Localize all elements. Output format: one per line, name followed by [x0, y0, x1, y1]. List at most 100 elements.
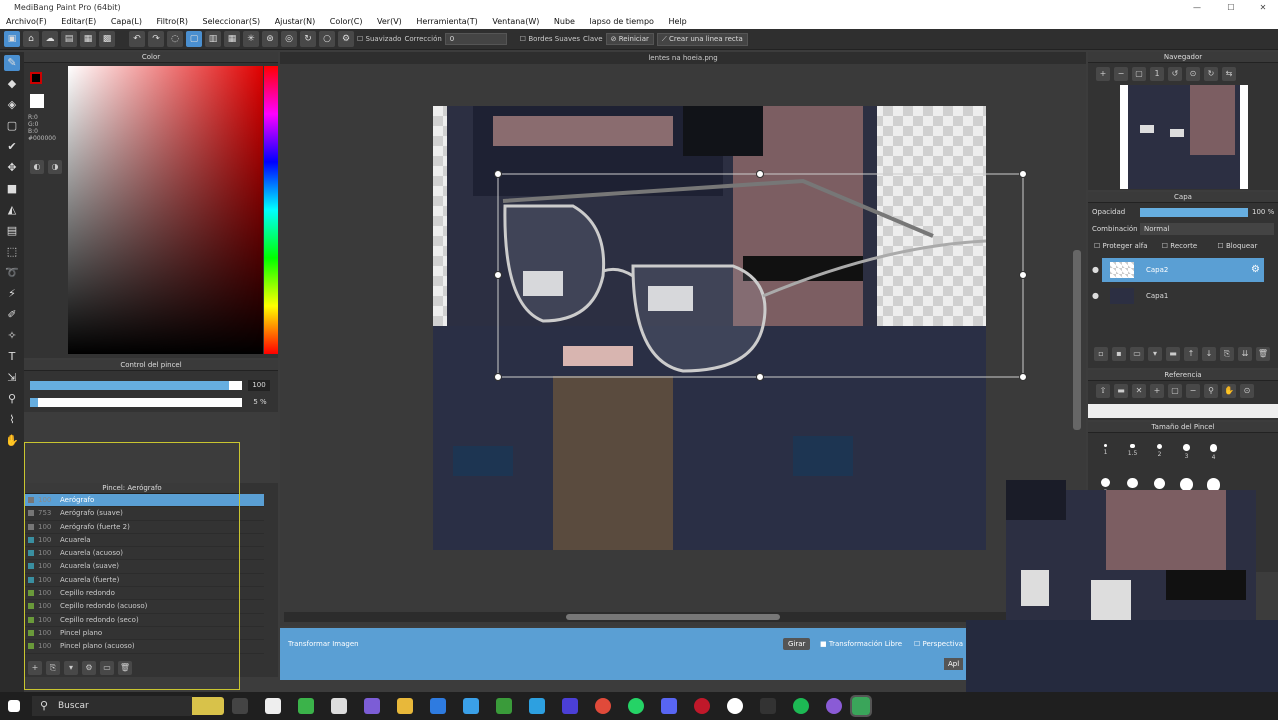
blend-select[interactable]: Normal: [1140, 223, 1274, 235]
menu-ver[interactable]: Ver(V): [377, 17, 402, 26]
brush-opacity-slider[interactable]: [30, 398, 242, 407]
rotate-reset-icon[interactable]: ⊙: [1186, 67, 1200, 81]
maximize-button[interactable]: ☐: [1216, 0, 1246, 15]
menu-editar[interactable]: Editar(E): [61, 17, 96, 26]
brush-size-value[interactable]: 100: [248, 380, 270, 391]
deselect-icon[interactable]: ◌: [167, 31, 183, 47]
vertical-scroll-thumb[interactable]: [1073, 250, 1081, 430]
apply-button[interactable]: Apl: [944, 658, 964, 670]
perspective-checkbox[interactable]: ☐ Perspectiva: [914, 640, 963, 648]
notes-app-icon[interactable]: [331, 698, 347, 714]
reiniciar-button[interactable]: ⊘ Reiniciar: [605, 33, 654, 45]
medibang-taskbar-icon[interactable]: [850, 695, 872, 717]
menu-seleccionar[interactable]: Seleccionar(S): [203, 17, 261, 26]
xbox-icon[interactable]: [496, 698, 512, 714]
snap-off-icon[interactable]: ▢: [186, 31, 202, 47]
menu-capa[interactable]: Capa(L): [111, 17, 142, 26]
menu-herramienta[interactable]: Herramienta(T): [416, 17, 477, 26]
reference-area[interactable]: [1088, 404, 1278, 418]
vector-app-icon[interactable]: [760, 698, 776, 714]
duplicate-layer-icon[interactable]: ⎘: [1220, 347, 1234, 361]
lasso-tool-icon[interactable]: ➰: [4, 265, 20, 281]
select-pen-icon[interactable]: ✐: [4, 307, 20, 323]
fit-icon[interactable]: ▢: [1132, 67, 1146, 81]
undo-icon[interactable]: ↶: [129, 31, 145, 47]
rect-tool-icon[interactable]: ▢: [4, 118, 20, 134]
discord-icon[interactable]: [661, 698, 677, 714]
delete-layer-icon[interactable]: 🗑: [1256, 347, 1270, 361]
calendar-app-icon[interactable]: [265, 698, 281, 714]
bordes-suaves-checkbox[interactable]: ☐ Bordes Suaves: [520, 35, 580, 43]
clip-checkbox[interactable]: ☐ Recorte: [1162, 242, 1197, 250]
copilot-icon[interactable]: [364, 698, 380, 714]
edge-icon[interactable]: [529, 698, 545, 714]
file-explorer-icon[interactable]: [397, 698, 413, 714]
brush-size-preset[interactable]: 4: [1200, 438, 1227, 472]
hue-slider[interactable]: [264, 66, 278, 354]
protect-alpha-checkbox[interactable]: ☐ Proteger alfa: [1094, 242, 1148, 250]
suavizado-checkbox[interactable]: ☐ Suavizado: [357, 35, 401, 43]
rotate-left-icon[interactable]: ↺: [1168, 67, 1182, 81]
ref-close-icon[interactable]: ✕: [1132, 384, 1146, 398]
ref-canvas-icon[interactable]: ▬: [1114, 384, 1128, 398]
menu-archivo[interactable]: Archivo(F): [6, 17, 47, 26]
taskbar-search-input[interactable]: ⚲ Buscar: [32, 696, 192, 716]
pen-app-icon[interactable]: [463, 698, 479, 714]
layer-row-capa2[interactable]: Capa2 ⚙: [1102, 258, 1264, 282]
snap-circle-icon[interactable]: ◎: [281, 31, 297, 47]
new-layer-1bit-icon[interactable]: ▭: [1130, 347, 1144, 361]
magic-wand-icon[interactable]: ⚡: [4, 286, 20, 302]
menu-help[interactable]: Help: [668, 17, 686, 26]
color-wheel-icon[interactable]: ◐: [30, 160, 44, 174]
snap-cross-icon[interactable]: ▦: [224, 31, 240, 47]
select-eraser-icon[interactable]: ✧: [4, 328, 20, 344]
operation-tool-icon[interactable]: ⇲: [4, 370, 20, 386]
ref-zoom-out-icon[interactable]: −: [1186, 384, 1200, 398]
snap-vanish-icon[interactable]: ✳: [243, 31, 259, 47]
check-tool-icon[interactable]: ✔: [4, 139, 20, 155]
brush-size-preset[interactable]: 1.5: [1119, 438, 1146, 472]
dot-eraser-icon[interactable]: ◈: [4, 97, 20, 113]
menu-ajustar[interactable]: Ajustar(N): [275, 17, 316, 26]
snap-ellipse-icon[interactable]: ○: [319, 31, 335, 47]
ref-hand-icon[interactable]: ✋: [1222, 384, 1236, 398]
whatsapp-icon[interactable]: [628, 698, 644, 714]
layer-folder-icon[interactable]: ▬: [1166, 347, 1180, 361]
purple-app-icon[interactable]: [562, 698, 578, 714]
hand-tool-icon[interactable]: ✋: [4, 433, 20, 449]
grid-icon[interactable]: ▩: [99, 31, 115, 47]
foreground-swatch[interactable]: [30, 72, 42, 84]
export-icon[interactable]: ▦: [80, 31, 96, 47]
brush-size-preset[interactable]: 3: [1173, 438, 1200, 472]
menu-nube[interactable]: Nube: [554, 17, 575, 26]
menu-color[interactable]: Color(C): [330, 17, 363, 26]
layer-settings-icon[interactable]: ⚙: [1251, 258, 1260, 282]
select-rect-icon[interactable]: ⬚: [4, 244, 20, 260]
rotate-right-icon[interactable]: ↻: [1204, 67, 1218, 81]
new-layer-8bit-icon[interactable]: ▪: [1112, 347, 1126, 361]
snap-radial-icon[interactable]: ⊛: [262, 31, 278, 47]
eye-icon[interactable]: ●: [1092, 265, 1099, 274]
eraser-tool-icon[interactable]: ◆: [4, 76, 20, 92]
move-down-icon[interactable]: ↓: [1202, 347, 1216, 361]
gradient-tool-icon[interactable]: ▤: [4, 223, 20, 239]
flip-icon[interactable]: ⇆: [1222, 67, 1236, 81]
minimize-button[interactable]: —: [1182, 0, 1212, 15]
merge-icon[interactable]: ⇊: [1238, 347, 1252, 361]
snap-parallel-icon[interactable]: ▥: [205, 31, 221, 47]
correccion-select[interactable]: 0: [444, 33, 507, 45]
snap-curve-icon[interactable]: ↻: [300, 31, 316, 47]
obs-icon[interactable]: [727, 698, 743, 714]
rotate-button[interactable]: Girar: [783, 638, 811, 650]
close-button[interactable]: ✕: [1248, 0, 1278, 15]
free-transform-checkbox[interactable]: ■ Transformación Libre: [820, 640, 902, 648]
task-view-icon[interactable]: [232, 698, 248, 714]
background-swatch[interactable]: [30, 94, 44, 108]
navigator-preview[interactable]: [1120, 85, 1248, 189]
mail-icon[interactable]: [430, 698, 446, 714]
palette-icon[interactable]: ◑: [48, 160, 62, 174]
move-tool-icon[interactable]: ✥: [4, 160, 20, 176]
zoom-100-icon[interactable]: 1: [1150, 67, 1164, 81]
new-layer-icon[interactable]: ▫: [1094, 347, 1108, 361]
open-icon[interactable]: ⌂: [23, 31, 39, 47]
